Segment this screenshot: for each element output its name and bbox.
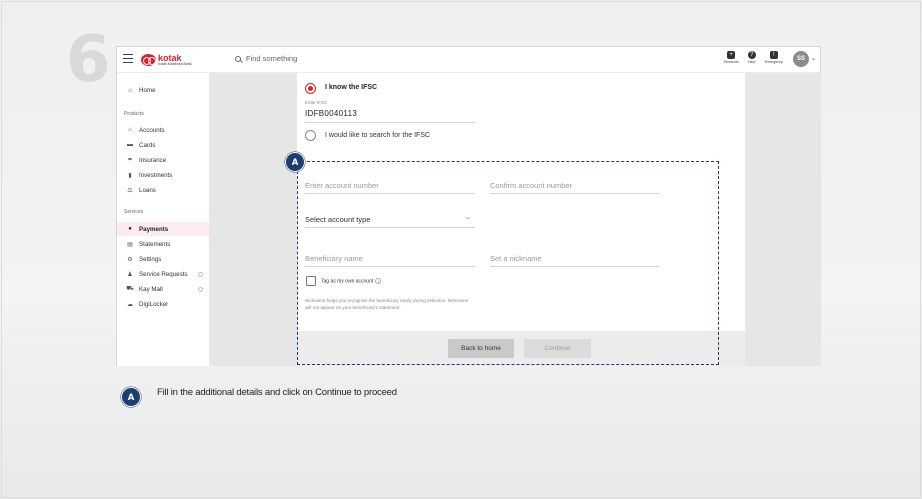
ifsc-input[interactable]: IDFB0040113 — [305, 109, 357, 118]
logo-subtitle: Kotak Mahindra Bank — [158, 61, 192, 66]
sidebar-item-label: Loans — [139, 186, 156, 194]
emergency-button[interactable]: ! Emergency — [765, 51, 783, 64]
sidebar-item-digilocker[interactable]: ☁ DigiLocker — [117, 297, 209, 311]
home-icon: ⌂ — [128, 87, 132, 94]
sidebar-item-label: Statements — [139, 240, 171, 248]
instruction-text: Fill in the additional details and click… — [157, 387, 397, 398]
products-heading: Products — [124, 111, 144, 117]
sidebar-item-insurance[interactable]: ☂ Insurance — [117, 153, 209, 167]
external-link-icon — [198, 271, 203, 277]
sidebar: ⌂ Home Products ⌂ Accounts ▬ Cards ☂ Ins… — [117, 73, 209, 366]
sidebar-item-label: DigiLocker — [139, 300, 169, 308]
emergency-label: Emergency — [764, 60, 783, 64]
ifsc-field-label: Enter IFSC — [305, 100, 328, 105]
bank-logo[interactable]: kotak Kotak Mahindra Bank — [141, 52, 191, 68]
callout-badge: A — [285, 152, 305, 172]
know-ifsc-radio[interactable] — [305, 83, 316, 94]
service-requests-icon: ♟ — [127, 271, 133, 278]
chevron-down-icon[interactable]: ⌄ — [811, 55, 816, 62]
sidebar-item-statements[interactable]: ▤ Statements — [117, 237, 209, 251]
cart-icon: ⛟ — [126, 286, 134, 292]
sidebar-item-investments[interactable]: ▮ Investments — [117, 168, 209, 182]
logo-mark-icon — [141, 54, 156, 66]
step-number: 6 — [66, 23, 111, 97]
help-button[interactable]: ? Help — [747, 51, 756, 64]
emergency-icon: ! — [769, 51, 778, 59]
avatar[interactable]: SS — [792, 51, 809, 67]
card-icon: ▬ — [127, 142, 133, 148]
help-label: Help — [748, 60, 756, 64]
shortcuts-icon: + — [727, 51, 736, 59]
sidebar-item-label: Insurance — [139, 156, 167, 164]
ifsc-underline — [305, 122, 475, 123]
search-field[interactable]: Find something — [235, 54, 297, 63]
sidebar-item-label: Payments — [139, 225, 169, 233]
callout-highlight-box — [297, 161, 719, 365]
sidebar-item-label: Investments — [139, 171, 173, 179]
sidebar-item-home[interactable]: ⌂ Home — [125, 87, 156, 94]
sidebar-item-label: Cards — [139, 141, 156, 149]
sidebar-item-label: Settings — [139, 255, 162, 263]
search-placeholder: Find something — [246, 54, 298, 63]
chart-icon: ▮ — [128, 172, 132, 179]
sidebar-item-settings[interactable]: ⚙ Settings — [117, 252, 209, 266]
sidebar-item-label: Accounts — [139, 126, 165, 134]
digilocker-icon: ☁ — [127, 301, 133, 308]
payments-icon: ● — [128, 226, 132, 232]
instruction-badge: A — [121, 387, 141, 407]
sidebar-item-cards[interactable]: ▬ Cards — [117, 138, 209, 152]
know-ifsc-label: I know the IFSC — [325, 84, 378, 91]
shortcuts-label: Shortcuts — [723, 60, 739, 64]
bank-icon: ⌂ — [128, 127, 132, 133]
sidebar-item-accounts[interactable]: ⌂ Accounts — [117, 123, 209, 137]
help-icon: ? — [747, 51, 756, 59]
menu-icon[interactable] — [123, 54, 133, 64]
top-bar: kotak Kotak Mahindra Bank Find something… — [117, 47, 820, 73]
sidebar-item-loans[interactable]: ⚖ Loans — [117, 183, 209, 197]
services-heading: Services — [124, 209, 144, 215]
sidebar-item-service-requests[interactable]: ♟ Service Requests — [117, 267, 209, 281]
sidebar-item-label: Service Requests — [139, 270, 188, 278]
sidebar-item-payments[interactable]: ● Payments — [117, 222, 209, 236]
sidebar-item-label: Home — [139, 87, 156, 94]
search-ifsc-radio[interactable] — [305, 130, 316, 141]
top-actions: + Shortcuts ? Help ! Emergency SS ⌄ — [715, 51, 816, 67]
settings-icon: ⚙ — [127, 256, 133, 263]
external-link-icon — [198, 286, 203, 292]
search-ifsc-label: I would like to search for the IFSC — [325, 132, 431, 139]
search-icon — [235, 55, 241, 62]
sidebar-item-label: Kay Mall — [139, 285, 163, 293]
loan-icon: ⚖ — [127, 187, 133, 194]
umbrella-icon: ☂ — [127, 157, 133, 164]
sidebar-item-kay-mall[interactable]: ⛟ Kay Mall — [117, 282, 209, 296]
statements-icon: ▤ — [127, 241, 133, 248]
shortcuts-button[interactable]: + Shortcuts — [724, 51, 739, 64]
